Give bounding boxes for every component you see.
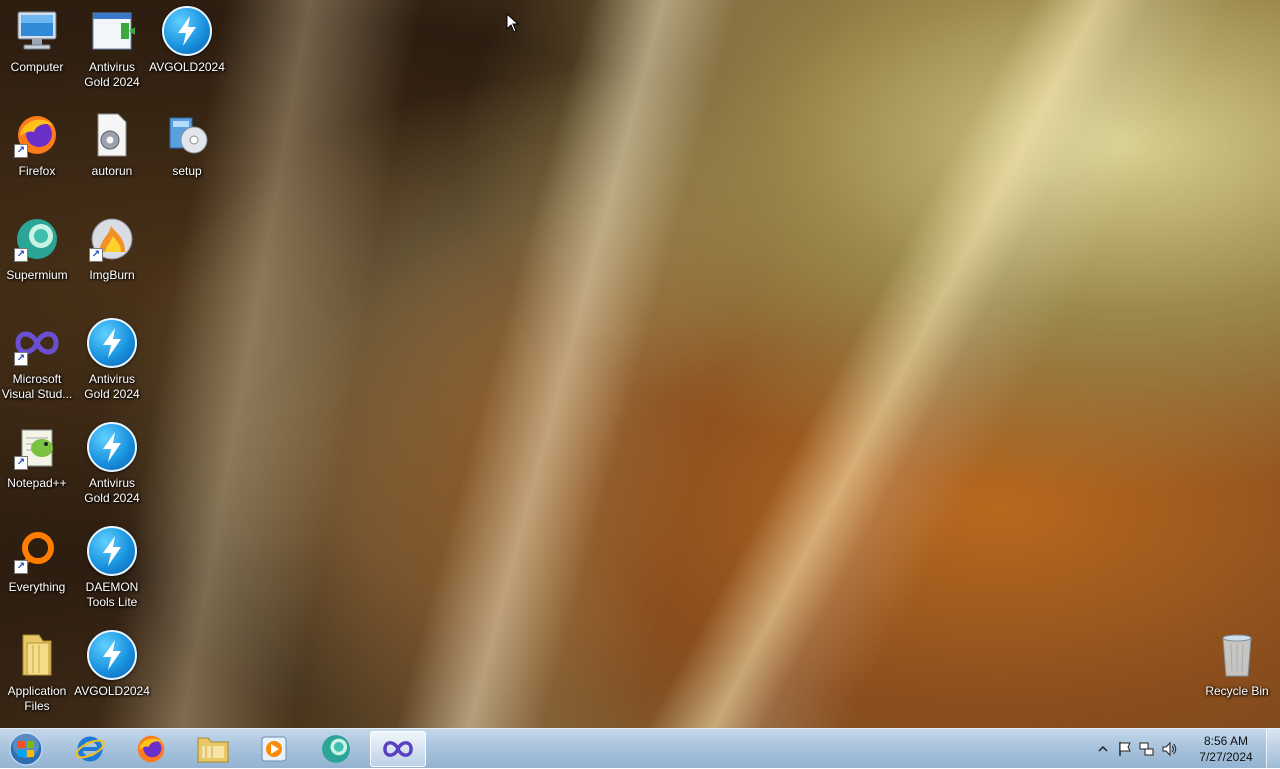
show-hidden-icons-arrow-icon[interactable] bbox=[1094, 740, 1112, 758]
desktop-icon-imgburn[interactable]: ↗ ImgBurn bbox=[75, 214, 149, 314]
desktop-icon-setup[interactable]: setup bbox=[150, 110, 224, 210]
desktop-icon-label: AVGOLD2024 bbox=[74, 684, 150, 698]
shortcut-arrow-icon: ↗ bbox=[14, 456, 28, 470]
desktop-icon-visual-studio[interactable]: ↗ Microsoft Visual Stud... bbox=[0, 318, 74, 418]
lightning-icon bbox=[87, 630, 137, 680]
taskbar-media-player[interactable] bbox=[246, 731, 302, 767]
shortcut-arrow-icon: ↗ bbox=[14, 248, 28, 262]
desktop-icon-application-files[interactable]: Application Files bbox=[0, 630, 74, 728]
clock[interactable]: 8:56 AM 7/27/2024 bbox=[1194, 733, 1258, 765]
supermium-icon bbox=[322, 735, 350, 763]
supermium-icon: ↗ bbox=[12, 214, 62, 264]
desktop-icon-label: Antivirus Gold 2024 bbox=[84, 476, 140, 505]
media-player-icon bbox=[261, 736, 287, 762]
desktop-icon-label: Antivirus Gold 2024 bbox=[84, 372, 140, 401]
taskbar-firefox[interactable] bbox=[123, 731, 179, 767]
desktop-icon-label: AVGOLD2024 bbox=[149, 60, 225, 74]
desktop-icon-label: Antivirus Gold 2024 bbox=[84, 60, 140, 89]
notepad-plus-icon: ↗ bbox=[12, 422, 62, 472]
desktop-icon-label: autorun bbox=[91, 164, 133, 178]
setup-disc-icon bbox=[162, 110, 212, 160]
desktop-icon-label: Everything bbox=[8, 580, 66, 594]
desktop-icon-label: Application Files bbox=[7, 684, 67, 713]
desktop-icon-label: Microsoft Visual Stud... bbox=[1, 372, 73, 401]
desktop-icon-label: Computer bbox=[10, 60, 64, 74]
show-desktop-button[interactable] bbox=[1266, 729, 1280, 769]
mouse-cursor-icon bbox=[506, 13, 520, 33]
network-icon[interactable] bbox=[1138, 740, 1156, 758]
folder-explorer-icon bbox=[197, 737, 229, 763]
start-button[interactable] bbox=[6, 731, 46, 767]
desktop-icon-antivirus-gold-2[interactable]: Antivirus Gold 2024 bbox=[75, 318, 149, 418]
disc-fire-icon: ↗ bbox=[87, 214, 137, 264]
windows-start-icon bbox=[9, 732, 43, 766]
internet-explorer-icon bbox=[75, 736, 105, 762]
desktop-icon-daemon-tools[interactable]: DAEMON Tools Lite bbox=[75, 526, 149, 626]
taskbar-supermium[interactable] bbox=[308, 731, 364, 767]
lightning-icon bbox=[87, 318, 137, 368]
taskbar-windows-explorer[interactable] bbox=[185, 731, 241, 767]
desktop-icon-recycle-bin[interactable]: Recycle Bin bbox=[1200, 630, 1274, 728]
desktop-icon-antivirus-gold-app[interactable]: Antivirus Gold 2024 bbox=[75, 6, 149, 106]
desktop-icon-label: ImgBurn bbox=[89, 268, 135, 282]
system-tray: 8:56 AM 7/27/2024 bbox=[1090, 729, 1280, 769]
gear-file-icon bbox=[87, 110, 137, 160]
desktop-icon-supermium[interactable]: ↗ Supermium bbox=[0, 214, 74, 314]
desktop-icon-label: setup bbox=[172, 164, 202, 178]
desktop-icon-label: DAEMON Tools Lite bbox=[85, 580, 139, 609]
visual-studio-icon bbox=[383, 741, 413, 757]
clock-time: 8:56 AM bbox=[1203, 734, 1249, 748]
firefox-icon bbox=[137, 735, 165, 763]
desktop-icon-everything[interactable]: ↗ Everything bbox=[0, 526, 74, 626]
shortcut-arrow-icon: ↗ bbox=[89, 248, 103, 262]
lightning-icon bbox=[162, 6, 212, 56]
desktop-icon-label: Notepad++ bbox=[7, 476, 67, 490]
desktop-icon-label: Supermium bbox=[6, 268, 68, 282]
window-app-icon bbox=[87, 6, 137, 56]
folder-icon bbox=[12, 630, 62, 680]
desktop-icon-label: Firefox bbox=[18, 164, 56, 178]
taskbar: 8:56 AM 7/27/2024 bbox=[0, 728, 1280, 769]
taskbar-visual-studio[interactable] bbox=[370, 731, 426, 767]
desktop-icon-avgold2024-2[interactable]: AVGOLD2024 bbox=[74, 630, 150, 728]
firefox-icon: ↗ bbox=[12, 110, 62, 160]
computer-icon bbox=[12, 6, 62, 56]
desktop-icon-firefox[interactable]: ↗ Firefox bbox=[0, 110, 74, 210]
action-center-flag-icon[interactable] bbox=[1116, 740, 1134, 758]
desktop-icon-autorun[interactable]: autorun bbox=[75, 110, 149, 210]
magnifier-ring-icon: ↗ bbox=[12, 526, 62, 576]
recycle-bin-icon bbox=[1212, 630, 1262, 680]
clock-date: 7/27/2024 bbox=[1199, 750, 1253, 764]
taskbar-internet-explorer[interactable] bbox=[62, 731, 118, 767]
lightning-icon bbox=[87, 526, 137, 576]
shortcut-arrow-icon: ↗ bbox=[14, 352, 28, 366]
desktop-icon-avgold2024-1[interactable]: AVGOLD2024 bbox=[149, 6, 225, 106]
desktop-icon-antivirus-gold-3[interactable]: Antivirus Gold 2024 bbox=[75, 422, 149, 522]
desktop-icon-label: Recycle Bin bbox=[1205, 684, 1269, 698]
volume-icon[interactable] bbox=[1160, 740, 1178, 758]
desktop-icon-computer[interactable]: Computer bbox=[0, 6, 74, 106]
desktop-icon-notepad-plus[interactable]: ↗ Notepad++ bbox=[0, 422, 74, 522]
desktop: Computer ↗ Firefox ↗ Supermium ↗ Microso… bbox=[0, 0, 1280, 728]
shortcut-arrow-icon: ↗ bbox=[14, 560, 28, 574]
lightning-icon bbox=[87, 422, 137, 472]
shortcut-arrow-icon: ↗ bbox=[14, 144, 28, 158]
visual-studio-icon: ↗ bbox=[12, 318, 62, 368]
